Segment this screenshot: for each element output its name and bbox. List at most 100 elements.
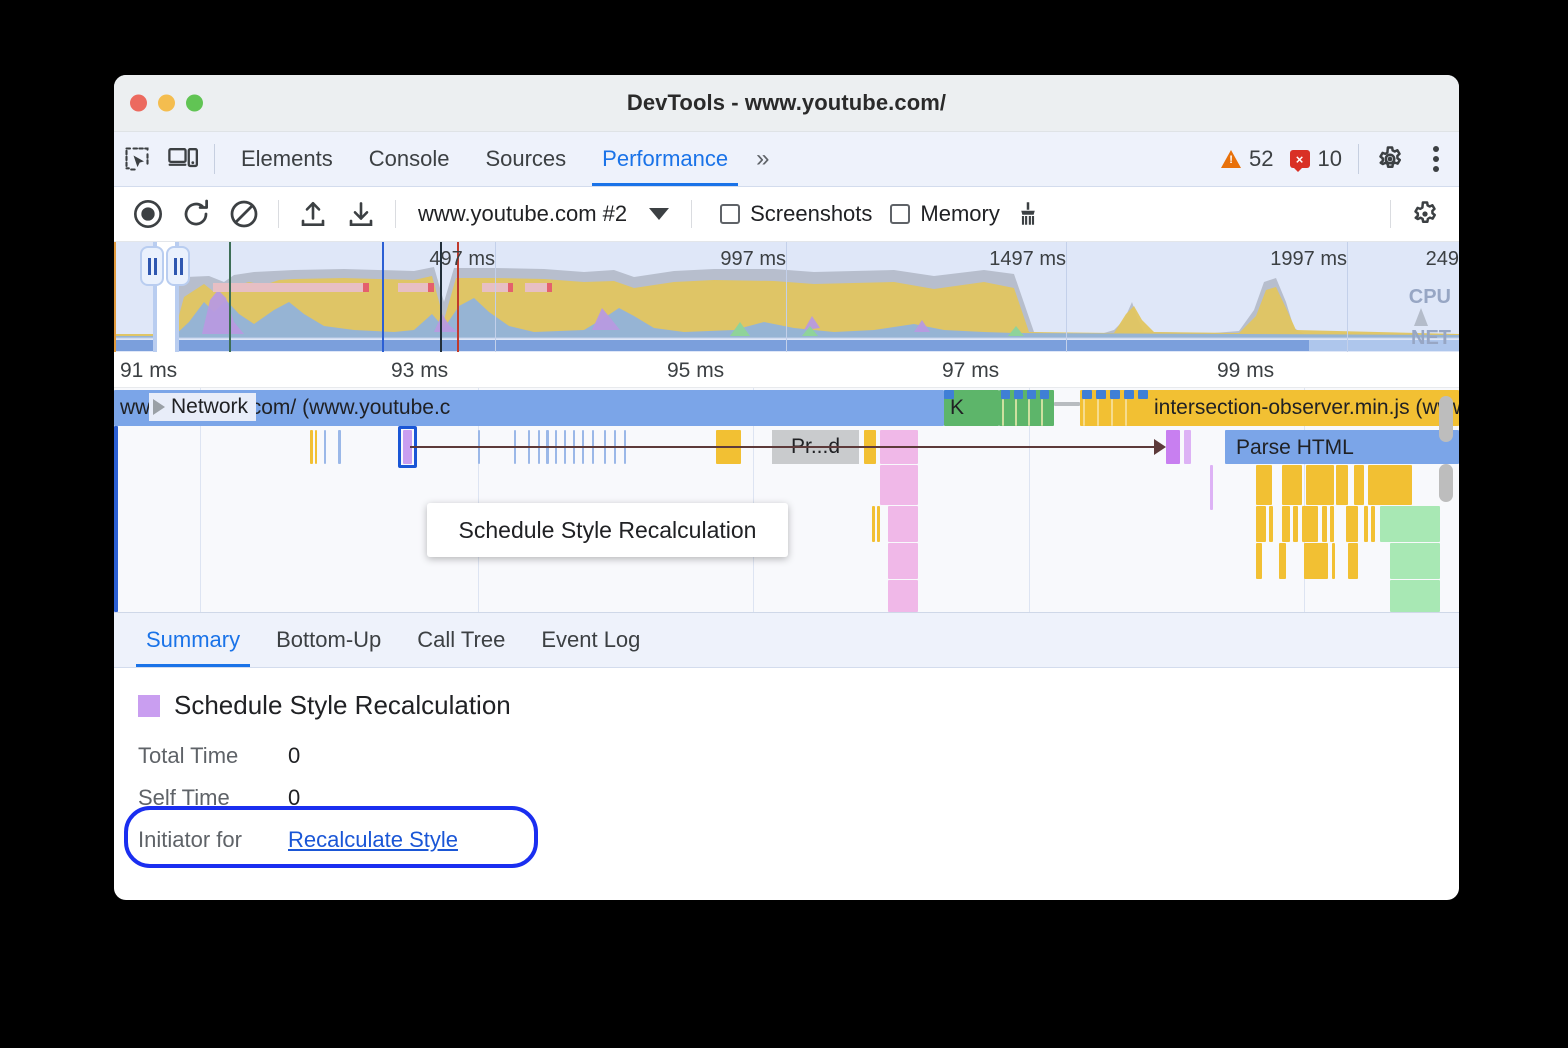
main-event-tick[interactable] — [315, 430, 317, 464]
ruler-tick: 95 ms — [667, 359, 724, 383]
main-event-bar[interactable] — [1390, 580, 1440, 612]
main-event-tick[interactable] — [338, 430, 341, 464]
main-event-bar[interactable] — [1348, 543, 1358, 579]
overview-cpu-peak-icon — [1411, 308, 1431, 326]
overview-load-marker — [382, 242, 384, 352]
main-event-tick[interactable] — [1269, 506, 1273, 542]
traffic-light-buttons[interactable] — [130, 95, 203, 112]
gear-icon[interactable] — [1367, 132, 1413, 186]
tab-elements[interactable]: Elements — [223, 132, 351, 186]
main-event-bar[interactable] — [1336, 465, 1348, 505]
overview-window-left-handle[interactable] — [140, 246, 164, 286]
tab-console[interactable]: Console — [351, 132, 468, 186]
overview-frame-marker — [547, 283, 552, 292]
tab-console-label: Console — [369, 146, 450, 172]
main-event-tick[interactable] — [324, 430, 326, 464]
device-toolbar-icon[interactable] — [160, 132, 206, 186]
record-circle-icon[interactable] — [124, 190, 172, 238]
main-event-bar[interactable] — [888, 580, 918, 612]
tab-sources[interactable]: Sources — [467, 132, 584, 186]
network-request-wait-segment — [1138, 390, 1148, 399]
main-event-tick[interactable] — [1371, 506, 1375, 542]
main-event-bar[interactable] — [1368, 465, 1412, 505]
main-event-bar[interactable] — [880, 465, 918, 505]
ruler-tick: 97 ms — [942, 359, 999, 383]
tab-event-log[interactable]: Event Log — [523, 613, 658, 667]
inspect-element-icon[interactable] — [114, 132, 160, 186]
more-tabs-icon[interactable]: » — [746, 132, 779, 186]
overview-gridline — [786, 242, 787, 352]
maximize-window-icon[interactable] — [186, 95, 203, 112]
main-event-tick[interactable] — [1210, 465, 1213, 510]
network-track-label: Network — [171, 395, 248, 419]
capture-settings-gear-icon[interactable] — [1401, 190, 1449, 238]
flame-scrollbar-thumb-bottom[interactable] — [1439, 464, 1453, 502]
main-event-bar[interactable] — [1256, 506, 1266, 542]
flame-scrollbar-thumb-top[interactable] — [1439, 396, 1453, 442]
toolbar-divider — [214, 144, 215, 174]
network-track-header[interactable]: Network — [149, 393, 256, 421]
timeline-overview[interactable]: 497 ms 997 ms 1497 ms 1997 ms 249 CPU NE… — [114, 242, 1459, 352]
overview-window-right-handle[interactable] — [166, 246, 190, 286]
overview-time-label: 997 ms — [720, 248, 786, 271]
main-event-bar[interactable] — [888, 543, 918, 579]
main-event-tick[interactable] — [872, 506, 875, 542]
summary-row-total-time: Total Time 0 — [138, 735, 1435, 777]
main-event-bar[interactable] — [1380, 506, 1440, 542]
main-event-tick[interactable] — [1330, 506, 1334, 542]
flame-chart[interactable]: www.youtube.com/ (www.youtube.c K inters… — [114, 388, 1459, 612]
download-profile-icon[interactable] — [337, 190, 385, 238]
main-event-bar[interactable] — [1306, 465, 1334, 505]
ruler-tick: 91 ms — [120, 359, 177, 383]
main-event-bar[interactable] — [1282, 465, 1302, 505]
chevron-down-icon[interactable] — [649, 208, 669, 220]
recalculate-style-bar[interactable] — [1166, 430, 1180, 464]
minimize-window-icon[interactable] — [158, 95, 175, 112]
screenshots-checkbox[interactable]: Screenshots — [720, 201, 872, 227]
main-event-bar[interactable] — [1390, 543, 1440, 579]
close-window-icon[interactable] — [130, 95, 147, 112]
triangle-right-icon[interactable] — [153, 399, 165, 415]
main-event-bar[interactable] — [1354, 465, 1364, 505]
tab-summary[interactable]: Summary — [128, 613, 258, 667]
details-drawer: Summary Bottom-Up Call Tree Event Log Sc… — [114, 612, 1459, 861]
kebab-menu-icon[interactable] — [1413, 132, 1459, 186]
main-event-bar[interactable] — [888, 506, 918, 542]
main-event-bar[interactable] — [1256, 465, 1272, 505]
tab-bottom-up[interactable]: Bottom-Up — [258, 613, 399, 667]
profile-select-value: www.youtube.com #2 — [418, 201, 627, 227]
main-event-tick[interactable] — [1332, 543, 1335, 579]
upload-profile-icon[interactable] — [289, 190, 337, 238]
main-event-tick[interactable] — [1279, 543, 1286, 579]
profile-select[interactable]: www.youtube.com #2 — [406, 201, 669, 227]
errors-counter[interactable]: × 10 — [1282, 132, 1350, 186]
network-request-wait-segment — [1096, 390, 1106, 399]
network-request-wait-segment — [1124, 390, 1134, 399]
total-time-value: 0 — [288, 743, 300, 769]
main-event-tick[interactable] — [1322, 506, 1327, 542]
main-event-tick[interactable] — [1256, 543, 1262, 579]
tab-call-tree[interactable]: Call Tree — [399, 613, 523, 667]
main-event-bar[interactable] — [1304, 543, 1328, 579]
main-event-bar[interactable] — [1282, 506, 1290, 542]
overview-cpu-label: CPU — [1409, 286, 1451, 309]
memory-checkbox-box[interactable] — [890, 204, 910, 224]
toolbar-separator-4 — [1390, 200, 1391, 228]
screenshots-checkbox-box[interactable] — [720, 204, 740, 224]
main-event-bar[interactable] — [1346, 506, 1358, 542]
main-event-tick[interactable] — [1293, 506, 1298, 542]
clear-icon[interactable] — [220, 190, 268, 238]
event-tooltip: Schedule Style Recalculation — [427, 503, 788, 557]
tab-performance[interactable]: Performance — [584, 132, 746, 186]
main-event-tick[interactable] — [877, 506, 880, 542]
main-event-tick[interactable] — [310, 430, 313, 464]
main-event-bar[interactable] — [1302, 506, 1318, 542]
main-event-bar[interactable] — [1184, 430, 1191, 464]
warnings-counter[interactable]: 52 — [1213, 132, 1281, 186]
reload-record-icon[interactable] — [172, 190, 220, 238]
memory-checkbox[interactable]: Memory — [890, 201, 999, 227]
main-event-tick[interactable] — [1364, 506, 1368, 542]
flame-chart-ruler: 91 ms 93 ms 95 ms 97 ms 99 ms — [114, 352, 1459, 388]
overview-time-label: 497 ms — [429, 248, 495, 271]
collect-garbage-icon[interactable] — [1004, 190, 1052, 238]
